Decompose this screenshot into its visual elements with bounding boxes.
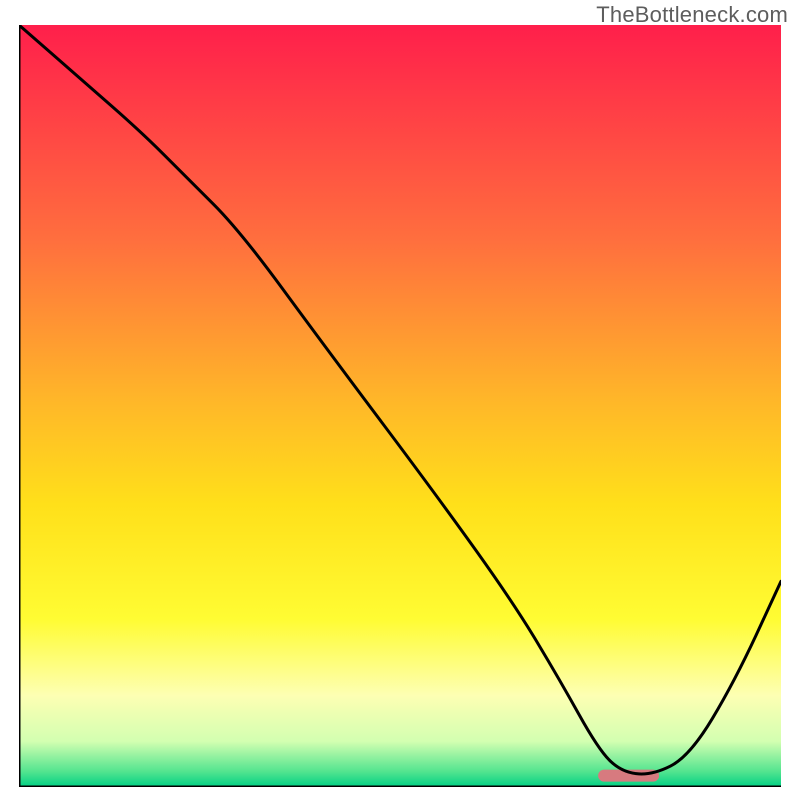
plot-area [19,25,781,787]
watermark-text: TheBottleneck.com [596,2,788,28]
chart-container: TheBottleneck.com [0,0,800,800]
bottleneck-chart [19,25,781,787]
gradient-background [19,25,781,787]
